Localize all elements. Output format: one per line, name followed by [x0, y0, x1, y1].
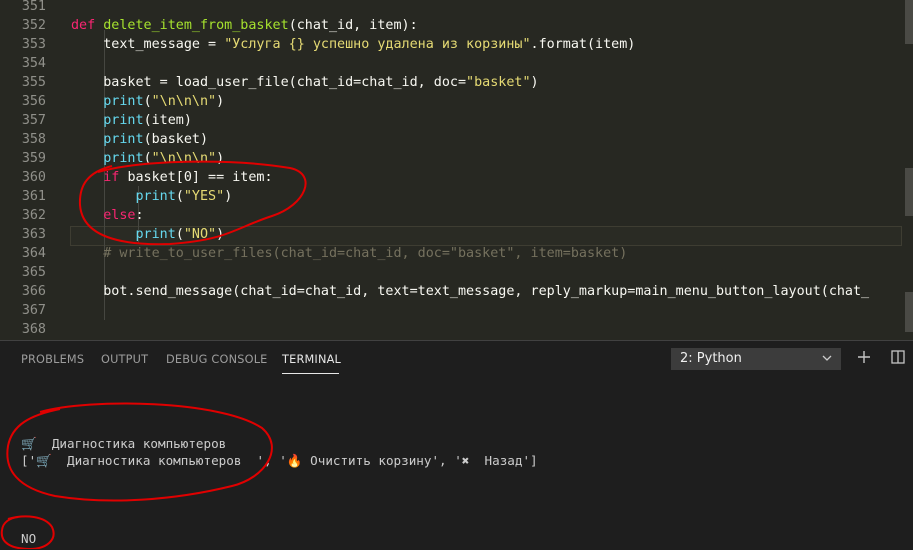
- line-number: 360: [21, 170, 46, 185]
- plus-icon[interactable]: [856, 349, 872, 368]
- code-text: print("\n\n\n"): [71, 94, 225, 109]
- tab-debug-console[interactable]: DEBUG CONSOLE: [166, 353, 268, 366]
- tab-problems[interactable]: PROBLEMS: [21, 353, 84, 366]
- line-number: 366: [21, 284, 46, 299]
- code-text: print(item): [71, 113, 192, 128]
- line-number: 367: [21, 303, 46, 318]
- code-line[interactable]: 365: [0, 263, 913, 282]
- code-line[interactable]: 355 basket = load_user_file(chat_id=chat…: [0, 73, 913, 92]
- code-line[interactable]: 357 print(item): [0, 111, 913, 130]
- terminal-line: ['🛒 Диагностика компьютеров ', '🔥 Очисти…: [21, 453, 538, 468]
- line-number: 354: [21, 56, 46, 71]
- terminal-selector-dropdown[interactable]: 2: Python: [671, 348, 841, 370]
- line-number: 353: [21, 37, 46, 52]
- code-line[interactable]: 356 print("\n\n\n"): [0, 92, 913, 111]
- panel-tabs: PROBLEMS OUTPUT DEBUG CONSOLE TERMINAL 2…: [0, 341, 913, 377]
- code-line[interactable]: 352 def delete_item_from_basket(chat_id, …: [0, 16, 913, 35]
- line-number: 364: [21, 246, 46, 261]
- code-line[interactable]: 367: [0, 301, 913, 320]
- tab-output[interactable]: OUTPUT: [101, 353, 148, 366]
- bottom-panel: PROBLEMS OUTPUT DEBUG CONSOLE TERMINAL 2…: [0, 340, 913, 550]
- line-number: 355: [21, 75, 46, 90]
- line-number: 362: [21, 208, 46, 223]
- code-editor[interactable]: 351 352 def delete_item_from_basket(chat_i…: [0, 0, 913, 340]
- code-text: text_message = "Услуга {} успешно удален…: [71, 37, 636, 52]
- line-number: 357: [21, 113, 46, 128]
- line-number: 351: [21, 0, 46, 14]
- code-line[interactable]: 362 else:: [0, 206, 913, 225]
- line-number: 352: [21, 18, 46, 33]
- line-number: 356: [21, 94, 46, 109]
- code-text: print("\n\n\n"): [71, 151, 225, 166]
- active-tab-indicator: [282, 373, 339, 374]
- code-line[interactable]: 364 # write_to_user_files(chat_id=chat_i…: [0, 244, 913, 263]
- line-number: 361: [21, 189, 46, 204]
- terminal-line: 🛒 Диагностика компьютеров: [21, 436, 227, 451]
- editor-scrollbar-marker[interactable]: [905, 292, 913, 332]
- code-text: bot.send_message(chat_id=chat_id, text=t…: [71, 284, 870, 299]
- code-text: else:: [71, 208, 144, 223]
- code-line[interactable]: 351: [0, 0, 913, 16]
- editor-scrollbar-marker[interactable]: [905, 168, 913, 216]
- line-number: 358: [21, 132, 46, 147]
- line-number: 363: [21, 227, 46, 242]
- code-text: print(basket): [71, 132, 209, 147]
- code-line[interactable]: 360 if basket[0] == item:: [0, 168, 913, 187]
- terminal-selector-value: 2: Python: [680, 351, 742, 366]
- code-line[interactable]: 353 text_message = "Услуга {} успешно уд…: [0, 35, 913, 54]
- code-line[interactable]: 359 print("\n\n\n"): [0, 149, 913, 168]
- code-line[interactable]: 361 print("YES"): [0, 187, 913, 206]
- code-text: print("NO"): [71, 227, 225, 242]
- tab-terminal[interactable]: TERMINAL: [282, 353, 341, 366]
- editor-scrollbar-thumb[interactable]: [905, 0, 913, 44]
- line-number: 368: [21, 322, 46, 337]
- line-number: 359: [21, 151, 46, 166]
- code-text: print("YES"): [71, 189, 233, 204]
- code-line[interactable]: 368: [0, 320, 913, 339]
- code-line[interactable]: 358 print(basket): [0, 130, 913, 149]
- split-terminal-icon[interactable]: [890, 349, 906, 368]
- chevron-down-icon: [821, 352, 833, 368]
- code-line[interactable]: 354: [0, 54, 913, 73]
- code-text: def delete_item_from_basket(chat_id, ite…: [71, 18, 418, 33]
- code-line[interactable]: 366 bot.send_message(chat_id=chat_id, te…: [0, 282, 913, 301]
- code-text: # write_to_user_files(chat_id=chat_id, d…: [71, 246, 628, 261]
- code-text: basket = load_user_file(chat_id=chat_id,…: [71, 75, 539, 90]
- line-number: 365: [21, 265, 46, 280]
- code-text: if basket[0] == item:: [71, 170, 273, 185]
- code-line[interactable]: 363 print("NO"): [0, 225, 913, 244]
- terminal-line: NO: [21, 531, 37, 546]
